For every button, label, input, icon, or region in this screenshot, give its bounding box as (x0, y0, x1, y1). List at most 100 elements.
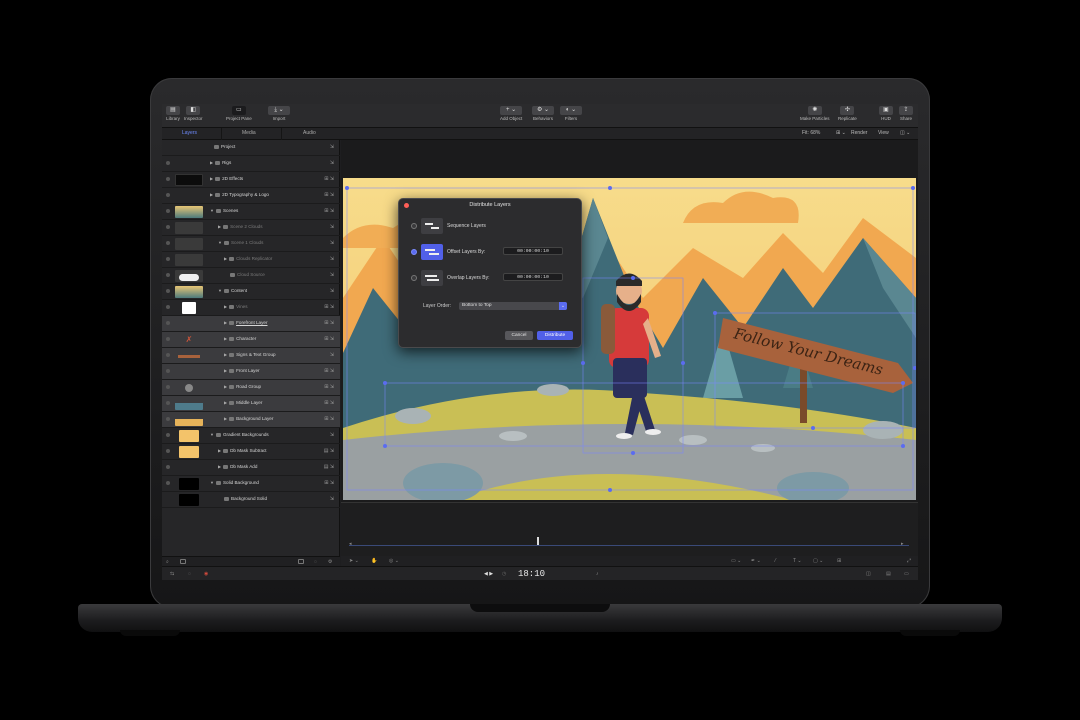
visibility-icon[interactable] (166, 273, 170, 277)
share-button[interactable]: ⇪ Share (899, 106, 913, 121)
pan-tool-icon[interactable]: ✋ (371, 558, 377, 564)
camera-tool-icon[interactable]: ◎ ⌄ (389, 558, 399, 564)
play-range-start-icon[interactable]: ◂ (349, 541, 352, 547)
layer-row[interactable]: Background Solid ⇲ (162, 492, 340, 508)
layer-row[interactable]: ✗ ▶ Character ⊞ ⇲ (162, 332, 340, 348)
layer-options-icon[interactable]: ⇲ (330, 224, 334, 230)
offset-radio[interactable] (411, 249, 417, 255)
tab-layers[interactable]: Layers (182, 130, 197, 136)
disclosure-triangle-icon[interactable]: ▶ (224, 416, 227, 421)
loop-icon[interactable]: ◌ (188, 571, 191, 577)
audio-timeline-icon[interactable]: ▤ (886, 571, 891, 577)
disclosure-triangle-icon[interactable]: ▼ (218, 288, 222, 293)
visibility-icon[interactable] (166, 385, 170, 389)
library-button[interactable]: ▤ Library (166, 106, 180, 121)
visibility-icon[interactable] (166, 225, 170, 229)
visibility-icon[interactable] (166, 321, 170, 325)
layer-options-icon[interactable]: ⊞ ⇲ (324, 416, 334, 422)
disclosure-triangle-icon[interactable]: ▼ (210, 432, 214, 437)
layer-row[interactable]: ▼ Solid Background ⊞ ⇲ (162, 476, 340, 492)
settings-icon[interactable]: ⚙ (328, 559, 332, 565)
disclosure-triangle-icon[interactable]: ▶ (224, 336, 227, 341)
render-menu[interactable]: Render (851, 130, 867, 136)
import-button[interactable]: ⤓ ⌄ Import (268, 106, 290, 121)
visibility-icon[interactable] (166, 433, 170, 437)
hud-button[interactable]: ▣ HUD (879, 106, 893, 121)
layer-options-icon[interactable]: ⊞ ⇲ (324, 208, 334, 214)
visibility-icon[interactable] (166, 161, 170, 165)
layer-row[interactable]: ▶ Background Layer ⊞ ⇲ (162, 412, 340, 428)
layer-row[interactable]: ▶ Middle Layer ⊞ ⇲ (162, 396, 340, 412)
pen-tool-icon[interactable]: ✒ ⌄ (751, 558, 761, 564)
visibility-icon[interactable] (166, 417, 170, 421)
visibility-icon[interactable] (166, 305, 170, 309)
shape-tool-icon[interactable]: ▭ ⌄ (731, 558, 741, 564)
layer-options-icon[interactable]: ⇲ (330, 272, 334, 278)
search-icon[interactable]: ⌕ (166, 559, 169, 565)
layer-options-icon[interactable]: ⇲ (330, 352, 334, 358)
layer-row[interactable]: ▼ Scene 1 Clouds ⇲ (162, 236, 340, 252)
visibility-icon[interactable] (166, 465, 170, 469)
layer-options-icon[interactable]: ⇲ (330, 144, 334, 150)
offset-timecode-field[interactable]: 00:00:00:10 (503, 247, 563, 255)
layer-row[interactable]: Cloud Source ⇲ (162, 268, 340, 284)
visibility-icon[interactable] (166, 353, 170, 357)
mask-tool-icon[interactable]: ▢ ⌄ (813, 558, 823, 564)
layer-row[interactable]: ▶ Front Layer ⊞ ⇲ (162, 364, 340, 380)
text-tool-icon[interactable]: T ⌄ (793, 558, 802, 564)
disclosure-triangle-icon[interactable]: ▶ (224, 384, 227, 389)
layer-row[interactable]: ▶ Signs & Text Group ⇲ (162, 348, 340, 364)
layer-order-select[interactable]: Bottom to Top ⌄ (459, 302, 567, 310)
inspector-button[interactable]: ◧ Inspector (184, 106, 203, 121)
thumbnail-toggle-icon[interactable] (180, 559, 186, 564)
timecode-mode-icon[interactable]: ◷ (502, 571, 506, 577)
disclosure-triangle-icon[interactable]: ▶ (224, 256, 227, 261)
audio-icon[interactable]: ♪ (596, 571, 599, 577)
disclosure-triangle-icon[interactable]: ▶ (224, 320, 227, 325)
filters-button[interactable]: ◐ ⌄ Filters (560, 106, 582, 121)
layer-row[interactable]: ▶ Forefront Layer ⊞ ⇲ (162, 316, 340, 332)
keyframe-icon[interactable]: ◫ (866, 571, 871, 577)
disclosure-triangle-icon[interactable]: ▶ (210, 160, 213, 165)
disclosure-triangle-icon[interactable]: ▶ (224, 368, 227, 373)
layer-options-icon[interactable]: ⊞ ⇲ (324, 320, 334, 326)
behaviors-button[interactable]: ⚙ ⌄ Behaviors (532, 106, 554, 121)
disclosure-triangle-icon[interactable]: ▼ (218, 240, 222, 245)
overlap-timecode-field[interactable]: 00:00:00:10 (503, 273, 563, 281)
disclosure-triangle-icon[interactable]: ▶ (210, 192, 213, 197)
layout-icon[interactable]: ◫ ⌄ (900, 130, 910, 136)
visibility-icon[interactable] (166, 289, 170, 293)
select-tool-icon[interactable]: ➤ ⌄ (349, 558, 359, 564)
layer-options-icon[interactable]: ⊞ ⇲ (324, 192, 334, 198)
layer-options-icon[interactable]: ▤ ⇲ (324, 448, 334, 454)
disclosure-triangle-icon[interactable]: ▶ (218, 464, 221, 469)
layer-row[interactable]: ▶ Db Mask Subtract ▤ ⇲ (162, 444, 340, 460)
layer-options-icon[interactable]: ⇲ (330, 160, 334, 166)
layer-options-icon[interactable]: ⇲ (330, 432, 334, 438)
layer-row[interactable]: ▶ Db Mask Add ▤ ⇲ (162, 460, 340, 476)
disclosure-triangle-icon[interactable]: ▼ (210, 208, 214, 213)
layer-options-icon[interactable]: ⊞ ⇲ (324, 336, 334, 342)
record-icon[interactable]: ◉ (204, 571, 208, 577)
layer-options-icon[interactable]: ▤ ⇲ (324, 464, 334, 470)
visibility-icon[interactable] (166, 209, 170, 213)
layer-options-icon[interactable]: ⊞ ⇲ (324, 176, 334, 182)
make-particles-button[interactable]: ✺ Make Particles (800, 106, 830, 121)
layer-row[interactable]: ▼ Scenes ⊞ ⇲ (162, 204, 340, 220)
layer-row[interactable]: Project ⇲ (162, 140, 340, 156)
add-group-icon[interactable] (298, 559, 304, 564)
grid-icon[interactable]: ⊞ ⌄ (836, 130, 846, 136)
timing-pane-icon[interactable]: ⇆ (170, 571, 174, 577)
disclosure-triangle-icon[interactable]: ▶ (224, 400, 227, 405)
disclosure-triangle-icon[interactable]: ▶ (224, 352, 227, 357)
mask-icon[interactable]: ◌ (314, 559, 317, 565)
visibility-icon[interactable] (166, 369, 170, 373)
disclosure-triangle-icon[interactable]: ▶ (224, 304, 227, 309)
layer-options-icon[interactable]: ⇲ (330, 256, 334, 262)
layer-row[interactable]: ▶ Clouds Replicator ⇲ (162, 252, 340, 268)
layer-options-icon[interactable]: ⊞ ⇲ (324, 384, 334, 390)
timecode-display[interactable]: 18:10 (518, 569, 545, 579)
layer-row[interactable]: ▶ Vines ⊞ ⇲ (162, 300, 340, 316)
layer-options-icon[interactable]: ⊞ ⇲ (324, 368, 334, 374)
timeline-toggle-icon[interactable]: ▭ (904, 571, 909, 577)
